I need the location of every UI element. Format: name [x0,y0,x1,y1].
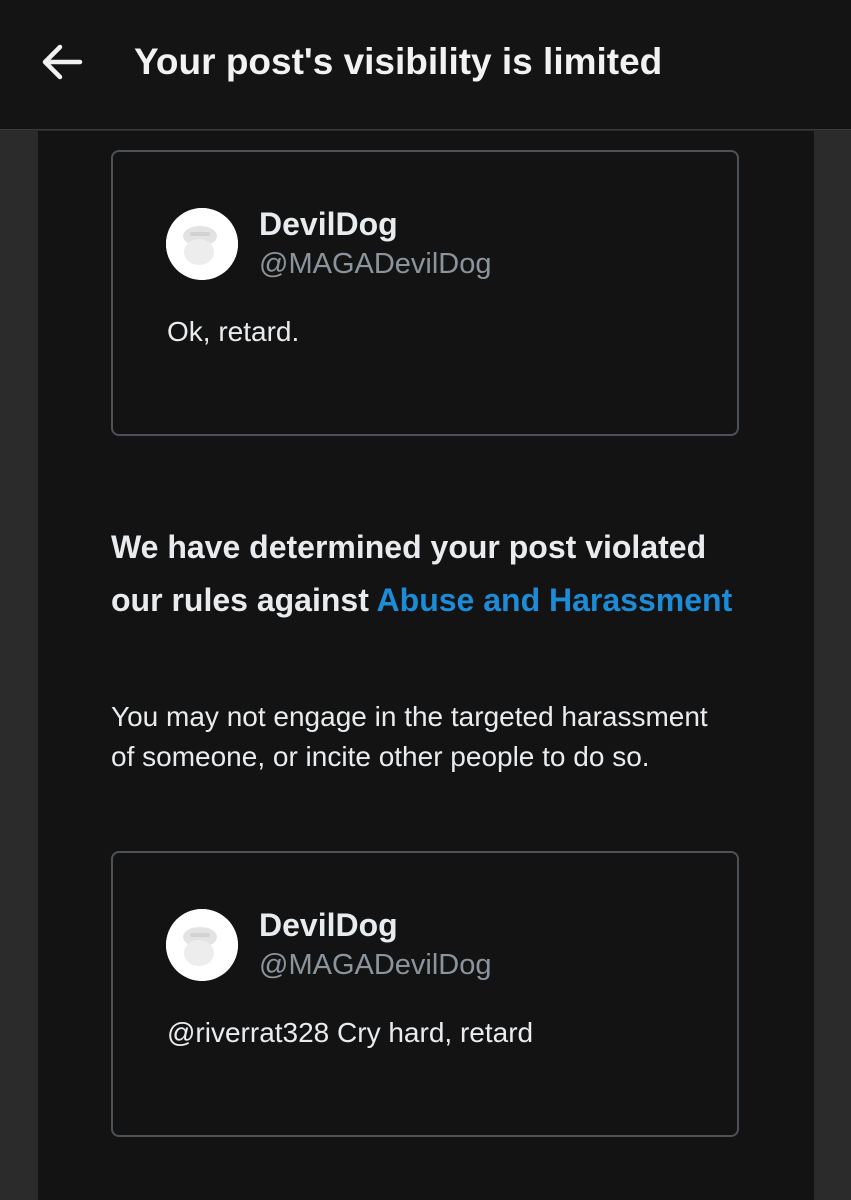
author-handle: @MAGADevilDog [259,248,492,280]
right-gutter [814,131,851,1200]
left-gutter [0,131,38,1200]
rule-link[interactable]: Abuse and Harassment [377,582,733,618]
main-content[interactable]: DevilDog @MAGADevilDog Ok, retard. We ha… [38,131,814,1200]
author-name: DevilDog [259,206,398,242]
limited-post-card[interactable]: DevilDog @MAGADevilDog Ok, retard. [111,150,739,436]
top-bar: Your post's visibility is limited [0,0,851,130]
arrow-left-icon [42,44,83,80]
profile-photo-icon [166,909,238,981]
post-text: @riverrat328 Cry hard, retard [167,1017,534,1048]
author-handle: @MAGADevilDog [259,949,492,981]
avatar[interactable] [166,208,238,280]
post-text: Ok, retard. [167,316,300,347]
rule-description: You may not engage in the targeted haras… [111,701,708,772]
violation-heading: We have determined your post violated ou… [111,521,751,627]
author-name: DevilDog [259,907,398,943]
avatar[interactable] [166,909,238,981]
page-title: Your post's visibility is limited [134,41,663,82]
profile-photo-icon [166,208,238,280]
related-post-card[interactable]: DevilDog @MAGADevilDog @riverrat328 Cry … [111,851,739,1137]
back-button[interactable] [36,36,88,88]
